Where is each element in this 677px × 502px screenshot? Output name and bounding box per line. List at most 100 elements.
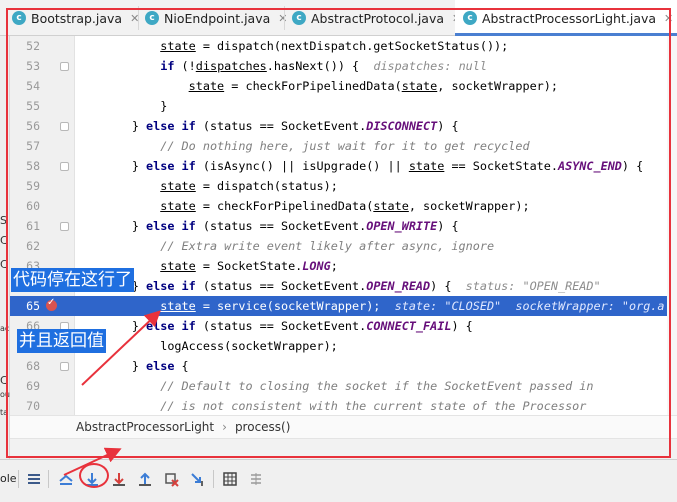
code-token: } (75, 119, 147, 133)
tab-abstractprotocol[interactable]: c AbstractProtocol.java ✕ (292, 0, 461, 36)
tab-nioendpoint[interactable]: c NioEndpoint.java ✕ (145, 0, 288, 36)
line-number: 70 (26, 399, 40, 413)
current-execution-line[interactable]: state = service(socketWrapper); state: "… (75, 296, 677, 316)
fold-marker-icon[interactable] (60, 162, 69, 171)
code-token: DISCONNECT (366, 119, 438, 133)
code-token: == SocketState. (444, 159, 558, 173)
trace-icon[interactable] (245, 468, 267, 490)
close-icon[interactable]: ✕ (278, 12, 287, 25)
code-token: OPEN_WRITE (366, 219, 438, 233)
step-out-icon[interactable] (134, 468, 156, 490)
line-number: 65 (26, 299, 40, 313)
java-class-icon: c (463, 11, 477, 25)
code-line[interactable]: // is not consistent with the current st… (75, 396, 677, 415)
code-line[interactable]: state = SocketState.LONG; (75, 256, 677, 276)
line-number: 58 (26, 159, 40, 173)
code-comment: // Extra write event likely after async,… (160, 239, 495, 253)
vertical-scrollbar[interactable] (667, 36, 677, 415)
code-token: ASYNC_END (557, 159, 622, 173)
code-line[interactable]: state = dispatch(nextDispatch.getSocketS… (75, 36, 677, 56)
toolbar-divider (213, 470, 214, 488)
code-token: logAccess(socketWrapper); (75, 339, 338, 353)
line-number-gutter[interactable]: 52535455565758596061626364656667686970 (10, 36, 75, 415)
code-token: else if (146, 319, 196, 333)
layout-icon[interactable] (23, 468, 45, 490)
breakpoint-icon[interactable] (46, 297, 57, 311)
code-line[interactable]: // Do nothing here, just wait for it to … (75, 136, 677, 156)
code-line[interactable]: // Default to closing the socket if the … (75, 376, 677, 396)
annotation-returns-value: 并且返回值 (17, 329, 106, 353)
debug-inline-value: status: "OPEN_READ" (465, 279, 601, 293)
code-token: state (160, 259, 196, 273)
code-line[interactable]: logAccess(socketWrapper); (75, 336, 677, 356)
code-line[interactable]: } (75, 96, 677, 116)
code-editor[interactable]: state = dispatch(nextDispatch.getSocketS… (75, 36, 677, 415)
code-token: state (188, 79, 225, 93)
java-class-icon: c (145, 11, 159, 25)
code-line[interactable]: // Extra write event likely after async,… (75, 236, 677, 256)
code-line[interactable]: state = checkForPipelinedData(state, soc… (75, 76, 677, 96)
code-token: state (160, 199, 196, 213)
line-number: 68 (26, 359, 40, 373)
tab-label: Bootstrap.java (31, 10, 123, 26)
toolbar-divider (48, 470, 49, 488)
edge-text: ac (0, 324, 10, 333)
tab-bootstrap[interactable]: c Bootstrap.java ✕ (12, 0, 139, 36)
code-token: ) { (621, 159, 644, 173)
code-token: .hasNext()) { (266, 59, 374, 73)
code-comment: // Do nothing here, just wait for it to … (160, 139, 530, 153)
code-token: } (75, 219, 147, 233)
code-token: } (75, 99, 168, 113)
code-token: { (174, 359, 189, 373)
code-token: (status == SocketEvent. (195, 279, 367, 293)
breadcrumb: AbstractProcessorLight › process() (10, 415, 677, 439)
breadcrumb-method[interactable]: process() (235, 420, 290, 434)
edge-text: ta (0, 408, 9, 417)
code-token: = dispatch(nextDispatch.getSocketStatus(… (195, 39, 509, 53)
code-token: CONNECT_FAIL (366, 319, 452, 333)
console-tab-label[interactable]: ole (0, 472, 17, 485)
show-execution-point-icon[interactable] (55, 468, 77, 490)
line-number: 61 (26, 219, 40, 233)
code-line[interactable]: } else if (status == SocketEvent.DISCONN… (75, 116, 677, 136)
fold-marker-icon[interactable] (60, 62, 69, 71)
code-token: ) { (437, 119, 459, 133)
code-token: state (160, 179, 196, 193)
code-line[interactable]: state = dispatch(status); (75, 176, 677, 196)
step-into-icon[interactable] (108, 468, 130, 490)
code-comment: // is not consistent with the current st… (160, 399, 587, 413)
edge-text: C (0, 258, 8, 271)
code-line[interactable]: } else { (75, 356, 677, 376)
code-line[interactable]: if (!dispatches.hasNext()) { dispatches:… (75, 56, 677, 76)
debug-inline-value: state: "CLOSED" socketWrapper: "org.a (394, 299, 665, 313)
code-line[interactable]: } else if (isAsync() || isUpgrade() || s… (75, 156, 677, 176)
tab-abstractprocessorlight[interactable]: c AbstractProcessorLight.java ✕ (455, 0, 677, 36)
line-number: 55 (26, 99, 40, 113)
code-token: state (160, 39, 196, 53)
code-line[interactable]: } else if (status == SocketEvent.CONNECT… (75, 316, 677, 336)
fold-marker-icon[interactable] (60, 122, 69, 131)
code-token: } (75, 159, 147, 173)
fold-marker-icon[interactable] (60, 362, 69, 371)
fold-marker-icon[interactable] (60, 222, 69, 231)
tab-divider (284, 6, 285, 30)
breadcrumb-class[interactable]: AbstractProcessorLight (76, 420, 214, 434)
code-token: state (373, 199, 409, 213)
line-number: 54 (26, 79, 40, 93)
line-number: 53 (26, 59, 40, 73)
close-icon[interactable]: ✕ (664, 12, 673, 25)
edge-text: C (0, 234, 8, 247)
step-over-icon[interactable] (81, 468, 103, 490)
evaluate-expression-icon[interactable] (219, 468, 241, 490)
code-token: (! (174, 59, 196, 73)
run-to-cursor-icon[interactable] (187, 468, 209, 490)
code-line[interactable]: state = checkForPipelinedData(state, soc… (75, 196, 677, 216)
code-line[interactable]: } else if (status == SocketEvent.OPEN_WR… (75, 216, 677, 236)
code-line[interactable]: } else if (status == SocketEvent.OPEN_RE… (75, 276, 677, 296)
drop-frame-icon[interactable] (160, 468, 182, 490)
